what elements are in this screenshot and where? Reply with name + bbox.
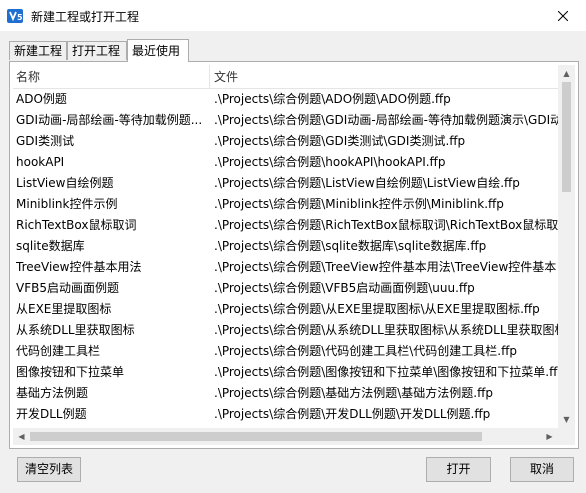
list-item[interactable]: sqlite数据库 .\Projects\综合例题\sqlite数据库\sqlit… xyxy=(13,236,558,257)
tab-open-project[interactable]: 打开工程 xyxy=(67,41,127,60)
vertical-scroll-thumb[interactable] xyxy=(562,82,571,192)
scroll-left-icon[interactable]: ◀ xyxy=(13,428,30,445)
list-item-file: .\Projects\综合例题\Miniblink控件示例\Miniblink.… xyxy=(214,197,504,211)
list-item-file: .\Projects\综合例题\GDI类测试\GDI类测试.ffp xyxy=(214,134,466,148)
clear-list-button[interactable]: 清空列表 xyxy=(17,457,81,482)
cancel-button[interactable]: 取消 xyxy=(510,457,574,482)
list-item-name: Miniblink控件示例 xyxy=(16,197,118,211)
list-item-name: sqlite数据库 xyxy=(16,239,85,253)
list-item-file: .\Projects\综合例题\VFB5启动画面例题\uuu.ffp xyxy=(214,281,475,295)
list-item-file: .\Projects\综合例题\hookAPI\hookAPI.ffp xyxy=(214,155,446,169)
close-button[interactable] xyxy=(540,0,586,31)
svg-text:5: 5 xyxy=(17,13,23,22)
list-item-file: .\Projects\综合例题\sqlite数据库\sqlite数据库.ffp xyxy=(214,239,487,253)
tab-new-project[interactable]: 新建工程 xyxy=(9,41,67,60)
list-item-name: GDI类测试 xyxy=(16,134,75,148)
recent-projects-list: 名称 文件 ADO例题 .\Projects\综合例题\ADO例题\ADO例题.f… xyxy=(13,65,575,445)
list-item-name: 基础方法例题 xyxy=(16,386,89,400)
list-item-file: .\Projects\综合例题\图像按钮和下拉菜单\图像按钮和下拉菜单.ffp xyxy=(214,365,558,379)
list-item-file: .\Projects\综合例题\ADO例题\ADO例题.ffp xyxy=(214,92,451,106)
open-button[interactable]: 打开 xyxy=(426,457,491,482)
list-item[interactable]: ADO例题 .\Projects\综合例题\ADO例题\ADO例题.ffp xyxy=(13,89,558,110)
list-item[interactable]: 代码创建工具栏 .\Projects\综合例题\代码创建工具栏\代码创建工具栏.f… xyxy=(13,341,558,362)
list-item[interactable]: ListView自绘例题 .\Projects\综合例题\ListView自绘例题… xyxy=(13,173,558,194)
list-item-file: .\Projects\综合例题\从EXE里提取图标\从EXE里提取图标.ffp xyxy=(214,302,540,316)
column-divider[interactable] xyxy=(209,65,210,88)
list-item-name: 图像按钮和下拉菜单 xyxy=(16,365,125,379)
list-item[interactable]: 从系统DLL里获取图标 .\Projects\综合例题\从系统DLL里获取图标\从… xyxy=(13,320,558,341)
list-item[interactable]: GDI类测试 .\Projects\综合例题\GDI类测试\GDI类测试.ffp xyxy=(13,131,558,152)
list-item[interactable]: 图像按钮和下拉菜单 .\Projects\综合例题\图像按钮和下拉菜单\图像按钮和… xyxy=(13,362,558,383)
list-item[interactable]: 开发DLL例题 .\Projects\综合例题\开发DLL例题\开发DLL例题.f… xyxy=(13,404,558,425)
list-item[interactable]: Miniblink控件示例 .\Projects\综合例题\Miniblink控件… xyxy=(13,194,558,215)
vertical-scrollbar[interactable]: ▲ ▼ xyxy=(558,65,575,428)
list-item-name: hookAPI xyxy=(16,155,65,169)
list-item-file: .\Projects\综合例题\GDI动画-局部绘画-等待加载例题演示\GDI动 xyxy=(214,113,558,127)
list-item-file: .\Projects\综合例题\基础方法例题\基础方法例题.ffp xyxy=(214,386,493,400)
title-bar: 5 新建工程或打开工程 xyxy=(0,0,586,31)
list-item-name: 从系统DLL里获取图标 xyxy=(16,323,135,337)
tab-panel-recent: 名称 文件 ADO例题 .\Projects\综合例题\ADO例题\ADO例题.f… xyxy=(9,61,579,449)
list-item[interactable]: 从EXE里提取图标 .\Projects\综合例题\从EXE里提取图标\从EXE里… xyxy=(13,299,558,320)
app-icon: 5 xyxy=(7,8,25,24)
list-item[interactable]: VFB5启动画面例题 .\Projects\综合例题\VFB5启动画面例题\uuu… xyxy=(13,278,558,299)
horizontal-scrollbar[interactable]: ◀ ▶ xyxy=(13,428,558,445)
list-item-name: TreeView控件基本用法 xyxy=(16,260,142,274)
list-item-file: .\Projects\综合例题\TreeView控件基本用法\TreeView控… xyxy=(214,260,557,274)
list-item[interactable]: RichTextBox鼠标取词 .\Projects\综合例题\RichTextB… xyxy=(13,215,558,236)
scrollbar-corner xyxy=(558,428,575,445)
scroll-up-icon[interactable]: ▲ xyxy=(558,65,575,82)
scroll-down-icon[interactable]: ▼ xyxy=(558,411,575,428)
list-item-name: 代码创建工具栏 xyxy=(16,344,101,358)
list-header: 名称 文件 xyxy=(13,65,558,89)
window-title: 新建工程或打开工程 xyxy=(31,10,140,24)
list-item[interactable]: GDI动画-局部绘画-等待加载例题... .\Projects\综合例题\GDI动… xyxy=(13,110,558,131)
horizontal-scroll-thumb[interactable] xyxy=(30,432,482,441)
column-header-name[interactable]: 名称 xyxy=(13,65,209,88)
list-item-file: .\Projects\综合例题\代码创建工具栏\代码创建工具栏.ffp xyxy=(214,344,517,358)
list-item-file: .\Projects\综合例题\ListView自绘例题\ListView自绘.… xyxy=(214,176,520,190)
list-item-name: 开发DLL例题 xyxy=(16,407,87,421)
list-item-name: ADO例题 xyxy=(16,92,67,106)
list-item-file: .\Projects\综合例题\从系统DLL里获取图标\从系统DLL里获取图标 xyxy=(214,323,558,337)
tab-recent[interactable]: 最近使用 xyxy=(127,39,189,62)
list-item-name: ListView自绘例题 xyxy=(16,176,114,190)
close-icon xyxy=(558,10,568,21)
list-rows: ADO例题 .\Projects\综合例题\ADO例题\ADO例题.ffp GDI动… xyxy=(13,89,558,429)
list-item-file: .\Projects\综合例题\开发DLL例题\开发DLL例题.ffp xyxy=(214,407,491,421)
list-item-file: .\Projects\综合例题\RichTextBox鼠标取词\RichText… xyxy=(214,218,558,232)
list-item-name: GDI动画-局部绘画-等待加载例题... xyxy=(16,113,203,127)
list-item-name: RichTextBox鼠标取词 xyxy=(16,218,137,232)
list-item[interactable]: TreeView控件基本用法 .\Projects\综合例题\TreeView控件… xyxy=(13,257,558,278)
list-item-name: 从EXE里提取图标 xyxy=(16,302,112,316)
list-item-name: VFB5启动画面例题 xyxy=(16,281,119,295)
list-item[interactable]: hookAPI .\Projects\综合例题\hookAPI\hookAPI.f… xyxy=(13,152,558,173)
scroll-right-icon[interactable]: ▶ xyxy=(541,428,558,445)
list-item[interactable]: 基础方法例题 .\Projects\综合例题\基础方法例题\基础方法例题.ffp xyxy=(13,383,558,404)
column-header-file[interactable]: 文件 xyxy=(211,65,554,88)
